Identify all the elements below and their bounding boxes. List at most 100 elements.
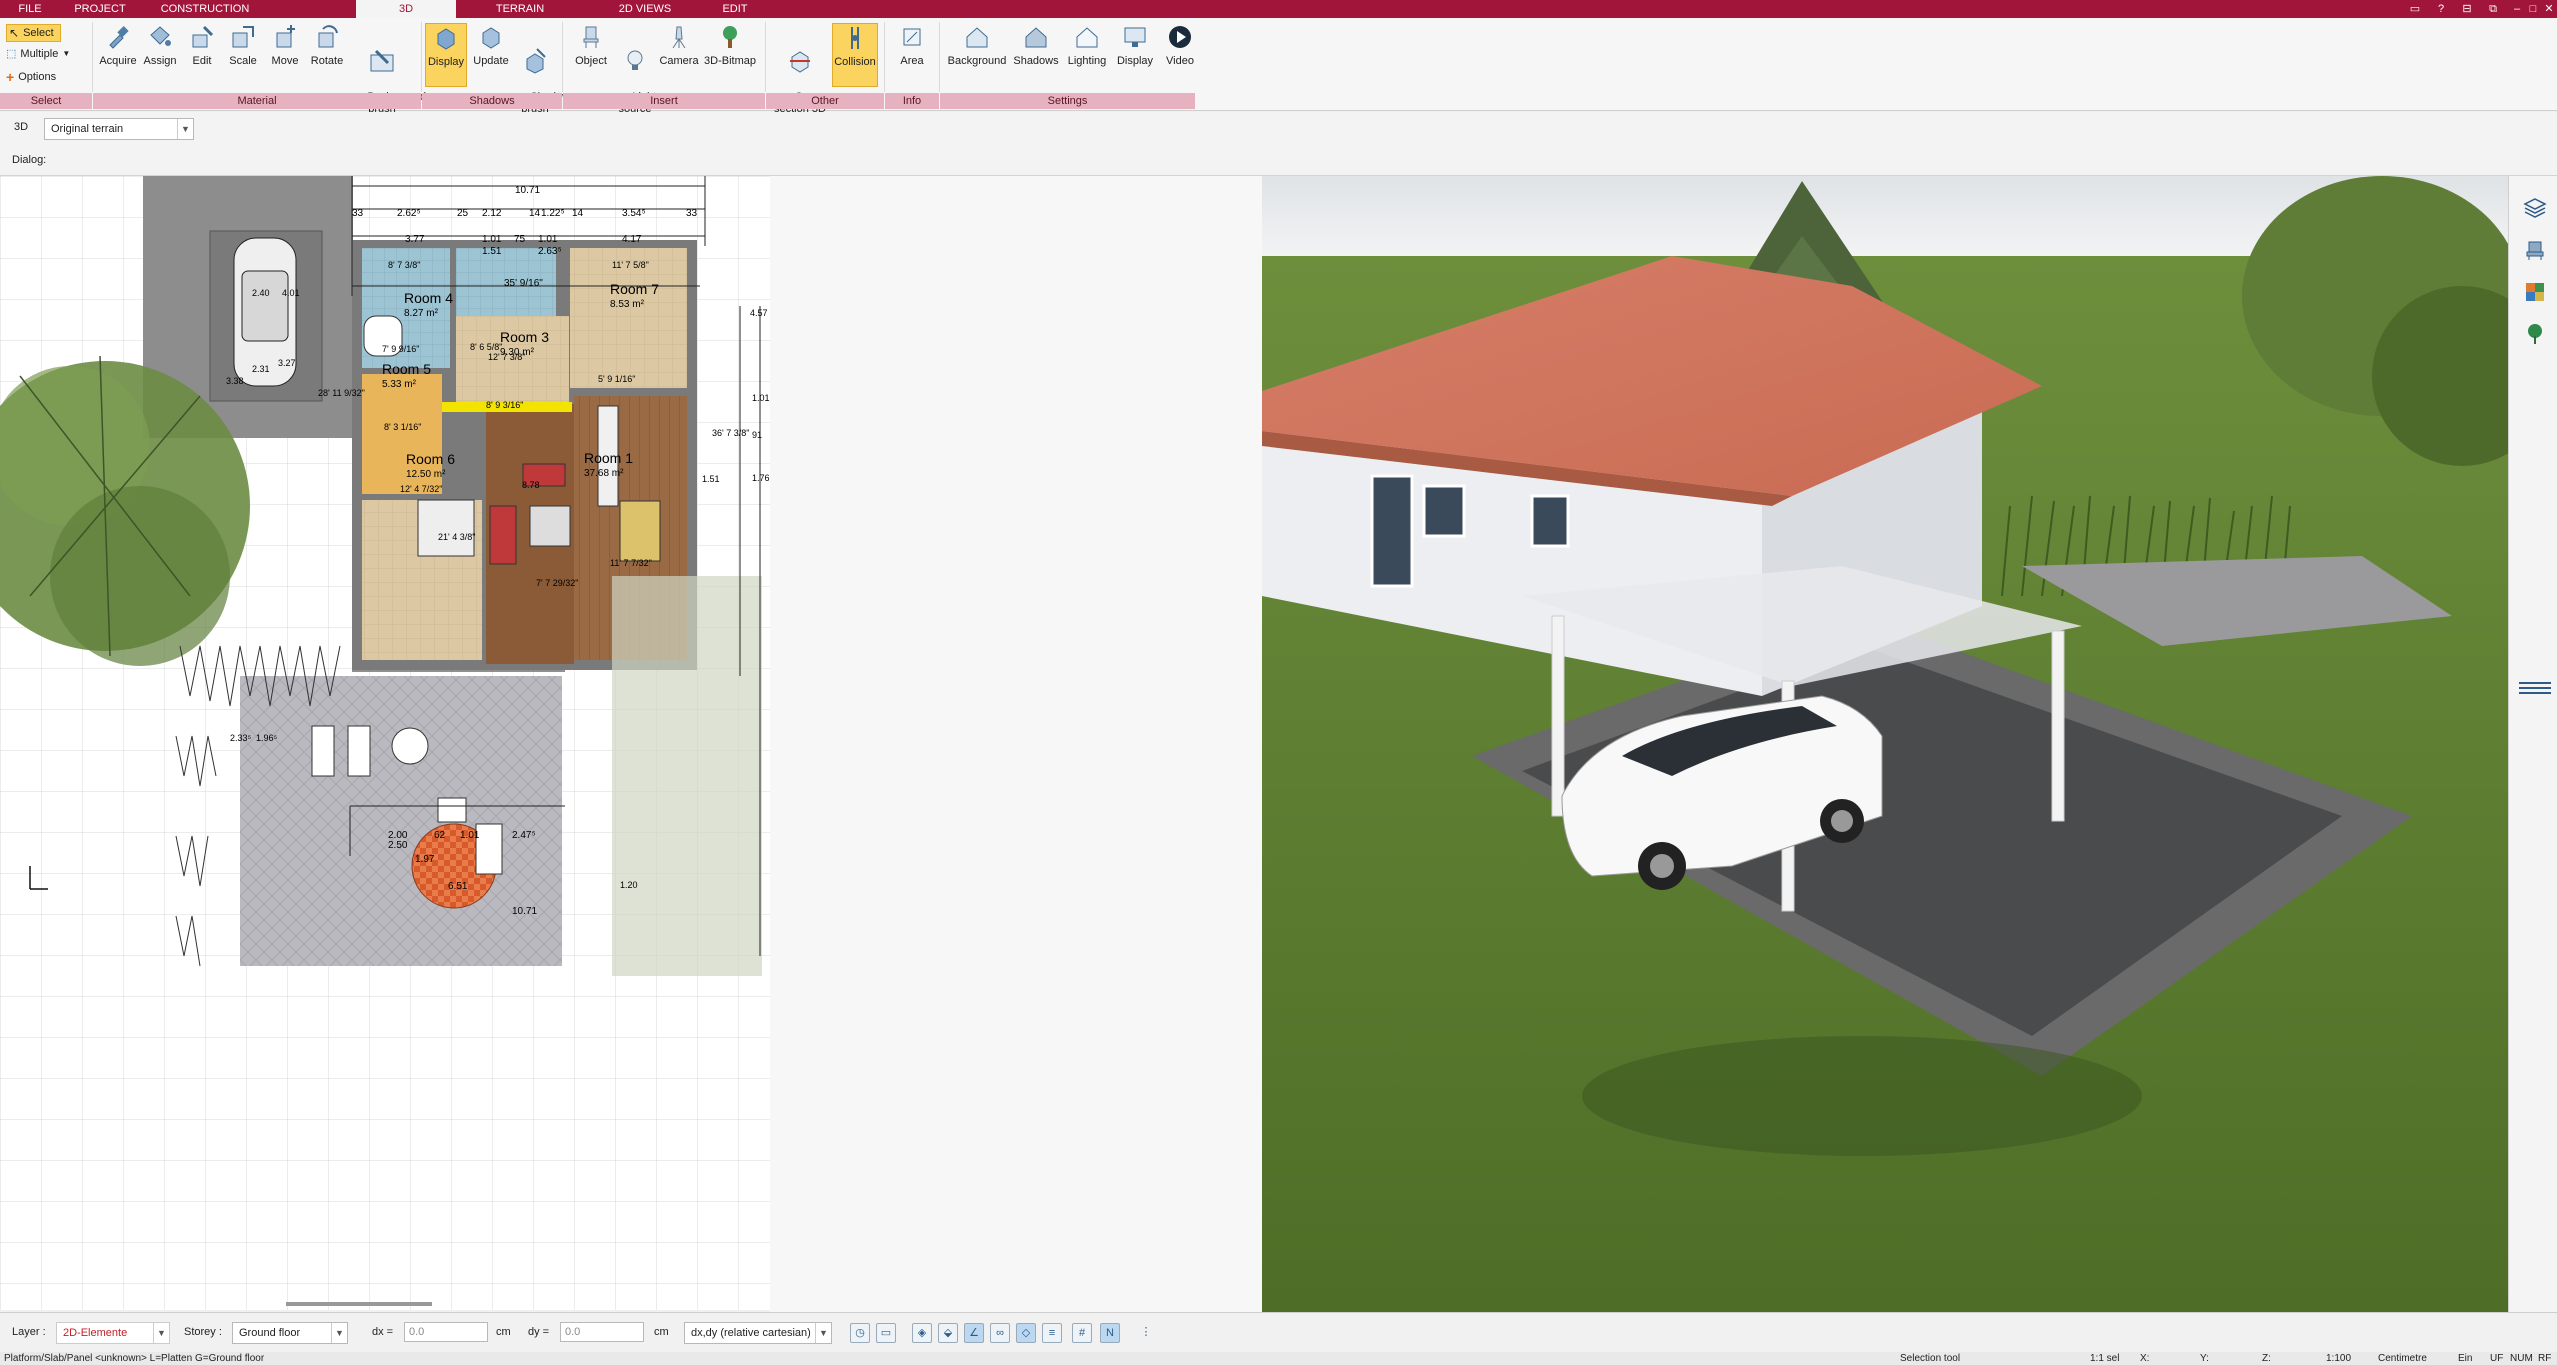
move-button[interactable]: Move [265, 23, 305, 67]
quick-access-icon[interactable]: ▭ [2406, 1, 2424, 17]
plan-scrollbar[interactable] [286, 1302, 432, 1306]
acquire-button[interactable]: Acquire [96, 23, 140, 67]
right-panel [2508, 176, 2557, 1312]
display-settings-button[interactable]: Display [1112, 23, 1158, 67]
3d-view[interactable] [1262, 176, 2508, 1312]
camera-button[interactable]: Camera [658, 23, 700, 67]
grid-icon[interactable]: # [1072, 1323, 1092, 1343]
group-label-settings: Settings [940, 93, 1195, 109]
multiple-button[interactable]: ⬚ Multiple ▼ [6, 47, 70, 61]
3d-bitmap-button[interactable]: 3D-Bitmap [700, 23, 760, 67]
dim-label: 6.51 [448, 881, 468, 892]
more-icon[interactable]: ⋮ [1136, 1323, 1156, 1343]
group-label-insert: Insert [563, 93, 765, 109]
3d-scene-canvas[interactable] [1262, 176, 2508, 1312]
uf-indicator: UF [2490, 1353, 2504, 1364]
dim-label: 33 [352, 208, 364, 219]
n-snap-icon[interactable]: N [1100, 1323, 1120, 1343]
dim-label: 1.22⁵ [541, 208, 565, 219]
close-icon[interactable]: ✕ [2540, 1, 2557, 17]
shadows-display-button[interactable]: Display [425, 23, 467, 87]
tab-construction[interactable]: CONSTRUCTION [140, 0, 270, 18]
dim-label: 25 [457, 208, 469, 219]
z-coordinate: Z: [2262, 1353, 2271, 1364]
dim-label: 2.50 [388, 840, 408, 851]
floor-plan-canvas[interactable]: 10.71 2.62⁵ 25 2.12 14 1.22⁵ 14 3.54⁵ 33… [0, 176, 770, 1310]
shadows-update-button[interactable]: Update [470, 23, 512, 67]
ortho-icon[interactable]: ≡ [1042, 1323, 1062, 1343]
y-coordinate: Y: [2200, 1353, 2209, 1364]
floor-plan-view[interactable]: 10.71 2.62⁵ 25 2.12 14 1.22⁵ 14 3.54⁵ 33… [0, 176, 770, 1310]
group-label-select: Select [0, 93, 92, 109]
lighting-settings-button[interactable]: Lighting [1062, 23, 1112, 67]
scale-button[interactable]: Scale [223, 23, 263, 67]
object-button[interactable]: Object [568, 23, 614, 67]
tab-project[interactable]: PROJECT [60, 0, 140, 18]
coord-mode-select[interactable]: dx,dy (relative cartesian) ▼ [684, 1322, 832, 1344]
dim-label: 7' 7 29/32" [536, 578, 578, 588]
dim-label: 4.57 [750, 308, 768, 318]
dim-label: 35' 9/16" [504, 278, 543, 289]
cross-section-icon [790, 51, 810, 73]
ribbon: ↖ Select ⬚ Multiple ▼ + Options Select A… [0, 18, 2557, 115]
terrain-select[interactable]: Original terrain ▼ [44, 118, 194, 140]
dim-label: 33 [686, 208, 698, 219]
dim-label: 14 [529, 208, 541, 219]
dim-label: 1.01 [482, 234, 502, 245]
storey-select[interactable]: Ground floor ▼ [232, 1322, 348, 1344]
select-button[interactable]: ↖ Select [6, 24, 61, 42]
dim-label: 8' 9 3/16" [486, 400, 523, 410]
group-label-other: Other [766, 93, 884, 109]
materials-icon[interactable] [2523, 280, 2547, 304]
layers-icon[interactable] [2523, 196, 2547, 220]
outdoor-chair [475, 823, 503, 875]
dim-label: 1.01 [460, 830, 480, 841]
shadows-settings-button[interactable]: Shadows [1010, 23, 1062, 67]
light-bulb-icon [627, 50, 643, 70]
assign-button[interactable]: Assign [140, 23, 180, 67]
menu-icon[interactable] [2513, 676, 2557, 700]
tab-3d[interactable]: 3D [356, 0, 456, 20]
room-4-name: Room 4 [404, 290, 453, 306]
dim-label: 36' 7 3/8" [712, 428, 749, 438]
tab-terrain[interactable]: TERRAIN [470, 0, 570, 18]
angle-snap-icon[interactable]: ∠ [964, 1323, 984, 1343]
dim-label: 5' 9 1/16" [598, 374, 635, 384]
room-5-name: Room 5 [382, 361, 431, 377]
restore-icon[interactable]: ⧉ [2484, 1, 2502, 17]
dy-label: dy = [528, 1326, 550, 1338]
dx-input[interactable]: 0.0 [404, 1322, 488, 1342]
video-button[interactable]: Video [1158, 23, 1202, 67]
object-snap-icon[interactable]: ◇ [1016, 1323, 1036, 1343]
shadow-brush-icon [526, 48, 546, 74]
room-7-area: 8.53 m² [610, 299, 645, 310]
collision-button[interactable]: Collision [832, 23, 878, 87]
link-icon[interactable]: ∞ [990, 1323, 1010, 1343]
window [1370, 474, 1414, 588]
snap-icon[interactable]: ⬙ [938, 1323, 958, 1343]
coffee-table [529, 505, 571, 547]
tab-2d-views[interactable]: 2D VIEWS [590, 0, 700, 18]
tree-icon[interactable] [2523, 322, 2547, 346]
armchair-icon[interactable] [2523, 238, 2547, 262]
tab-file[interactable]: FILE [0, 0, 60, 18]
room-7-name: Room 7 [610, 281, 659, 297]
house-shadow-icon [1025, 27, 1047, 48]
window [1530, 494, 1570, 548]
area-button[interactable]: Area [890, 23, 934, 67]
options-button[interactable]: + Options [6, 69, 56, 85]
cube-icon[interactable]: ◈ [912, 1323, 932, 1343]
dim-label: 14 [572, 208, 584, 219]
rotate-icon [318, 25, 338, 48]
background-settings-button[interactable]: Background [944, 23, 1010, 67]
clock-icon[interactable]: ◷ [850, 1323, 870, 1343]
monitor-icon[interactable]: ▭ [876, 1323, 896, 1343]
tab-edit[interactable]: EDIT [700, 0, 770, 18]
sunbed-2 [347, 725, 371, 777]
dy-input[interactable]: 0.0 [560, 1322, 644, 1342]
help-icon[interactable]: ? [2432, 1, 2450, 17]
edit-material-button[interactable]: Edit [182, 23, 222, 67]
rotate-button[interactable]: Rotate [306, 23, 348, 67]
pin-icon[interactable]: ⊟ [2458, 1, 2476, 17]
layer-select[interactable]: 2D-Elemente ▼ [56, 1322, 170, 1344]
